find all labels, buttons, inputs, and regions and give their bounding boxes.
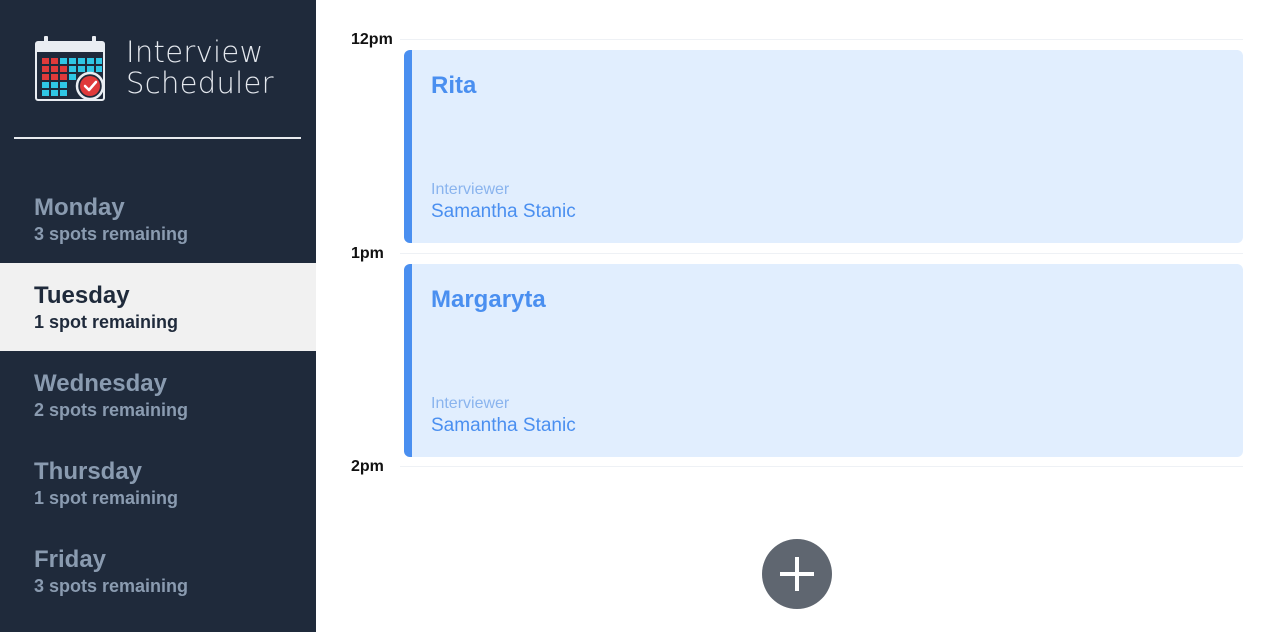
interviewer-name: Samantha Stanic [431, 201, 576, 222]
sidebar-divider [14, 137, 301, 139]
spots-remaining: 1 spot remaining [34, 488, 179, 508]
day-list: Monday 3 spots remaining Tuesday 1 spot … [0, 175, 316, 615]
appointment-card[interactable]: Rita Interviewer Samantha Stanic [404, 50, 1243, 243]
app-title-line-2: Scheduler [126, 66, 274, 100]
sidebar: Interview Scheduler Monday 3 spots remai… [0, 0, 316, 632]
hour-separator [400, 39, 1243, 40]
app-title-line-1: Interview [126, 35, 264, 69]
interviewer-label: Interviewer [431, 395, 510, 412]
spots-remaining: 3 spots remaining [34, 224, 189, 244]
day-list-item-wednesday[interactable]: Wednesday 2 spots remaining [0, 351, 316, 439]
day-name: Friday [34, 546, 107, 573]
day-list-item-friday[interactable]: Friday 3 spots remaining [0, 527, 316, 615]
day-name: Wednesday [34, 370, 167, 397]
day-list-item-tuesday[interactable]: Tuesday 1 spot remaining [0, 263, 316, 351]
hour-separator [400, 253, 1243, 254]
student-name: Margaryta [431, 286, 546, 313]
student-name: Rita [431, 72, 477, 99]
hour-separator [400, 466, 1243, 467]
time-label-12pm: 12pm [351, 31, 393, 48]
interviewer-label: Interviewer [431, 181, 510, 198]
day-name: Monday [34, 194, 125, 221]
spots-remaining: 3 spots remaining [34, 576, 189, 596]
time-label-1pm: 1pm [351, 245, 384, 262]
calendar-check-icon [35, 36, 105, 101]
day-name: Tuesday [34, 282, 130, 309]
brand: Interview Scheduler [34, 34, 274, 102]
spots-remaining: 2 spots remaining [34, 400, 189, 420]
spots-remaining: 1 spot remaining [34, 312, 179, 332]
app-title: Interview Scheduler [126, 37, 274, 99]
time-label-2pm: 2pm [351, 458, 384, 475]
schedule: 12pm Rita Interviewer Samantha Stanic 1p… [316, 0, 1271, 632]
add-appointment-button[interactable] [762, 539, 832, 609]
day-list-item-thursday[interactable]: Thursday 1 spot remaining [0, 439, 316, 527]
appointment-card[interactable]: Margaryta Interviewer Samantha Stanic [404, 264, 1243, 457]
day-name: Thursday [34, 458, 143, 485]
interviewer-name: Samantha Stanic [431, 415, 576, 436]
day-list-item-monday[interactable]: Monday 3 spots remaining [0, 175, 316, 263]
